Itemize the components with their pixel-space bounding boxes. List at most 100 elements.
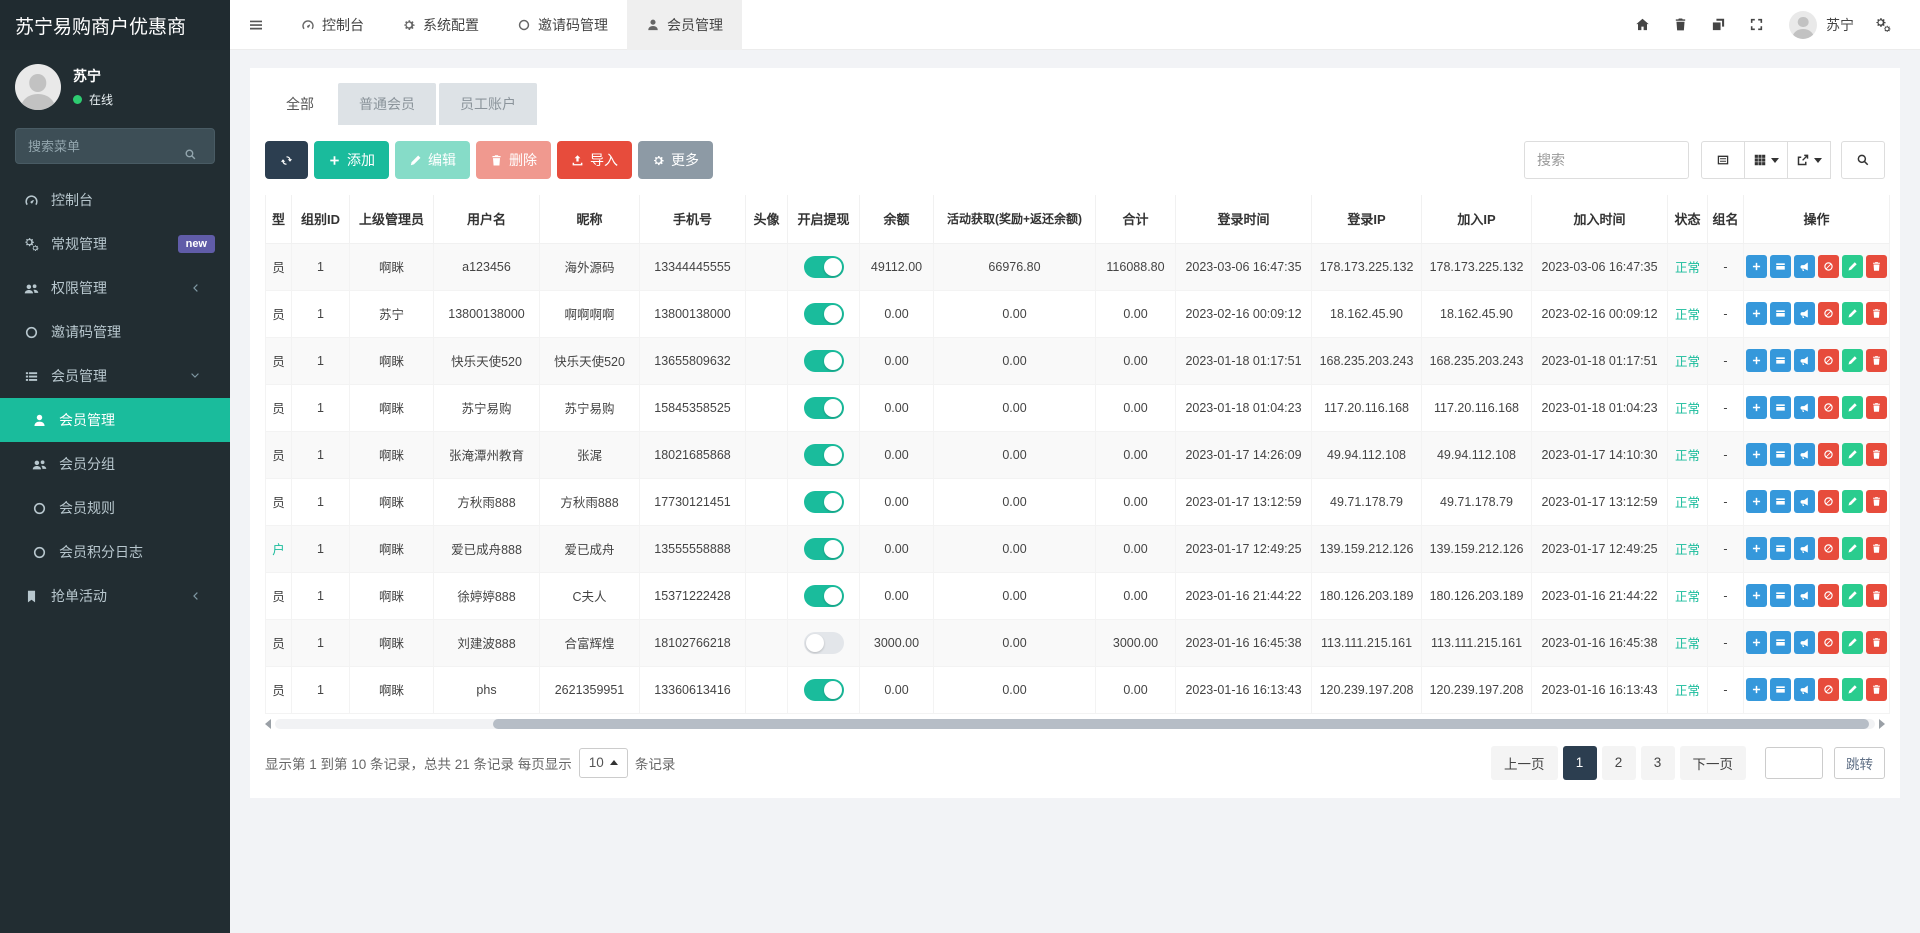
delete-row-button[interactable]	[1866, 302, 1887, 325]
sidebar-toggle-button[interactable]	[230, 0, 282, 50]
delete-row-button[interactable]	[1866, 255, 1887, 278]
deduct-button[interactable]	[1770, 349, 1791, 372]
promote-button[interactable]	[1794, 631, 1815, 654]
edit-row-button[interactable]	[1842, 678, 1863, 701]
search-toggle-button[interactable]	[1841, 141, 1885, 179]
delete-row-button[interactable]	[1866, 490, 1887, 513]
recharge-button[interactable]	[1746, 255, 1767, 278]
sidebar-item-会员管理[interactable]: 会员管理	[0, 398, 230, 442]
withdraw-toggle[interactable]	[804, 303, 844, 325]
promote-button[interactable]	[1794, 396, 1815, 419]
table-row[interactable]: 员1啊眯苏宁易购苏宁易购158453585250.000.000.002023-…	[266, 384, 1890, 431]
jump-page-input[interactable]	[1765, 747, 1823, 779]
recharge-button[interactable]	[1746, 584, 1767, 607]
sidebar-item-权限管理[interactable]: 权限管理	[0, 266, 230, 310]
recharge-button[interactable]	[1746, 349, 1767, 372]
delete-row-button[interactable]	[1866, 678, 1887, 701]
delete-row-button[interactable]	[1866, 537, 1887, 560]
deduct-button[interactable]	[1770, 678, 1791, 701]
fullscreen-button[interactable]	[1737, 0, 1775, 50]
promote-button[interactable]	[1794, 537, 1815, 560]
table-row[interactable]: 户1啊眯爱已成舟888爱已成舟135555588880.000.000.0020…	[266, 525, 1890, 572]
edit-row-button[interactable]	[1842, 349, 1863, 372]
recharge-button[interactable]	[1746, 678, 1767, 701]
page-button-3[interactable]: 3	[1641, 746, 1675, 780]
trash-button[interactable]	[1661, 0, 1699, 50]
navbar-user[interactable]: 苏宁	[1789, 11, 1854, 39]
deduct-button[interactable]	[1770, 490, 1791, 513]
edit-row-button[interactable]	[1842, 631, 1863, 654]
sidebar-item-邀请码管理[interactable]: 邀请码管理	[0, 310, 230, 354]
promote-button[interactable]	[1794, 255, 1815, 278]
withdraw-toggle[interactable]	[804, 632, 844, 654]
topnav-item-会员管理[interactable]: 会员管理	[627, 0, 742, 50]
next-page-button[interactable]: 下一页	[1680, 746, 1747, 780]
ban-button[interactable]	[1818, 631, 1839, 654]
jump-button[interactable]: 跳转	[1834, 747, 1885, 779]
deduct-button[interactable]	[1770, 584, 1791, 607]
promote-button[interactable]	[1794, 584, 1815, 607]
deduct-button[interactable]	[1770, 537, 1791, 560]
tab-员工账户[interactable]: 员工账户	[439, 83, 537, 125]
ban-button[interactable]	[1818, 584, 1839, 607]
withdraw-toggle[interactable]	[804, 397, 844, 419]
ban-button[interactable]	[1818, 349, 1839, 372]
scroll-right-arrow[interactable]	[1879, 719, 1885, 729]
recharge-button[interactable]	[1746, 631, 1767, 654]
sidebar-item-会员规则[interactable]: 会员规则	[0, 486, 230, 530]
promote-button[interactable]	[1794, 349, 1815, 372]
ban-button[interactable]	[1818, 678, 1839, 701]
scrollbar-thumb[interactable]	[493, 719, 1869, 729]
ban-button[interactable]	[1818, 490, 1839, 513]
topnav-item-邀请码管理[interactable]: 邀请码管理	[498, 0, 627, 50]
table-row[interactable]: 员1啊眯phs2621359951133606134160.000.000.00…	[266, 666, 1890, 713]
table-row[interactable]: 员1苏宁13800138000啊啊啊啊138001380000.000.000.…	[266, 290, 1890, 337]
page-size-dropdown[interactable]: 10	[579, 748, 628, 778]
add-button[interactable]: 添加	[314, 141, 389, 179]
delete-row-button[interactable]	[1866, 631, 1887, 654]
deduct-button[interactable]	[1770, 443, 1791, 466]
table-row[interactable]: 员1啊眯a123456海外源码1334444555549112.0066976.…	[266, 243, 1890, 290]
delete-row-button[interactable]	[1866, 584, 1887, 607]
withdraw-toggle[interactable]	[804, 538, 844, 560]
tab-全部[interactable]: 全部	[265, 83, 335, 125]
scrollbar-track[interactable]	[275, 719, 1875, 729]
ban-button[interactable]	[1818, 396, 1839, 419]
tab-普通会员[interactable]: 普通会员	[338, 83, 436, 125]
edit-row-button[interactable]	[1842, 490, 1863, 513]
table-row[interactable]: 员1啊眯方秋雨888方秋雨888177301214510.000.000.002…	[266, 478, 1890, 525]
more-button[interactable]: 更多	[638, 141, 713, 179]
refresh-button[interactable]	[265, 141, 308, 179]
withdraw-toggle[interactable]	[804, 256, 844, 278]
delete-row-button[interactable]	[1866, 349, 1887, 372]
sidebar-item-控制台[interactable]: 控制台	[0, 178, 230, 222]
sidebar-item-会员积分日志[interactable]: 会员积分日志	[0, 530, 230, 574]
export-button[interactable]	[1787, 141, 1831, 179]
edit-row-button[interactable]	[1842, 537, 1863, 560]
withdraw-toggle[interactable]	[804, 350, 844, 372]
edit-row-button[interactable]	[1842, 255, 1863, 278]
recharge-button[interactable]	[1746, 396, 1767, 419]
withdraw-toggle[interactable]	[804, 491, 844, 513]
table-search-input[interactable]	[1524, 141, 1689, 179]
ban-button[interactable]	[1818, 443, 1839, 466]
ban-button[interactable]	[1818, 537, 1839, 560]
delete-row-button[interactable]	[1866, 396, 1887, 419]
promote-button[interactable]	[1794, 443, 1815, 466]
withdraw-toggle[interactable]	[804, 444, 844, 466]
prev-page-button[interactable]: 上一页	[1491, 746, 1558, 780]
edit-row-button[interactable]	[1842, 302, 1863, 325]
deduct-button[interactable]	[1770, 396, 1791, 419]
import-button[interactable]: 导入	[557, 141, 632, 179]
deduct-button[interactable]	[1770, 255, 1791, 278]
withdraw-toggle[interactable]	[804, 679, 844, 701]
withdraw-toggle[interactable]	[804, 585, 844, 607]
ban-button[interactable]	[1818, 255, 1839, 278]
sidebar-item-会员管理[interactable]: 会员管理	[0, 354, 230, 398]
recharge-button[interactable]	[1746, 443, 1767, 466]
sidebar-item-会员分组[interactable]: 会员分组	[0, 442, 230, 486]
edit-row-button[interactable]	[1842, 584, 1863, 607]
sidebar-item-常规管理[interactable]: 常规管理new	[0, 222, 230, 266]
table-row[interactable]: 员1啊眯刘建波888合富辉煌181027662183000.000.003000…	[266, 619, 1890, 666]
delete-row-button[interactable]	[1866, 443, 1887, 466]
